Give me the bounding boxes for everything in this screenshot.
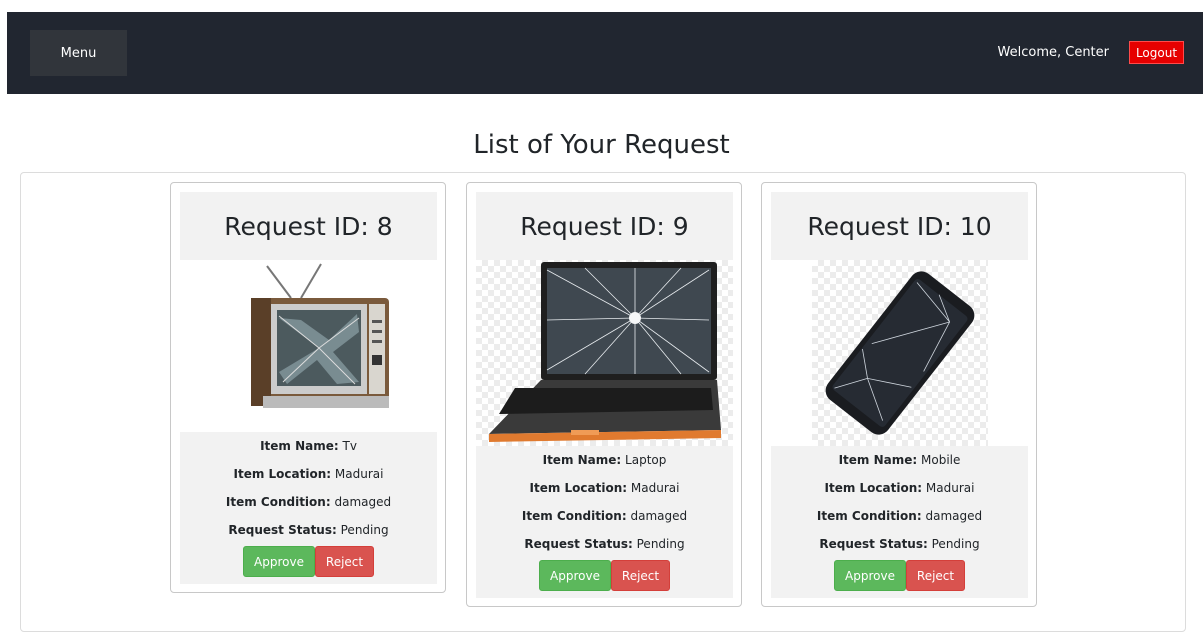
- request-card: Request ID: 9 Item Name: Laptop Item Loc…: [466, 182, 742, 607]
- item-condition-value: damaged: [925, 509, 983, 523]
- broken-tv-image: [180, 260, 437, 414]
- item-location-label: Item Location:: [824, 481, 923, 495]
- item-name-label: Item Name:: [260, 439, 339, 453]
- logout-button[interactable]: Logout: [1129, 41, 1184, 64]
- request-details: Item Name: Tv Item Location: Madurai Ite…: [180, 432, 437, 584]
- request-card: Request ID: 8 Item Name: Tv Item Locatio…: [170, 182, 446, 593]
- item-condition-line: Item Condition: damaged: [476, 502, 733, 530]
- request-details: Item Name: Mobile Item Location: Madurai…: [771, 446, 1028, 598]
- item-name-line: Item Name: Tv: [180, 432, 437, 460]
- welcome-text: Welcome, Center: [997, 45, 1109, 60]
- item-condition-label: Item Condition:: [521, 509, 627, 523]
- item-name-label: Item Name:: [542, 453, 622, 467]
- request-actions: Approve Reject: [476, 558, 733, 591]
- item-location-line: Item Location: Madurai: [771, 474, 1028, 502]
- item-condition-label: Item Condition:: [816, 509, 922, 523]
- item-location-line: Item Location: Madurai: [476, 474, 733, 502]
- item-condition-value: damaged: [334, 495, 392, 509]
- request-status-label: Request Status:: [819, 537, 928, 551]
- item-location-line: Item Location: Madurai: [180, 460, 437, 488]
- item-name-value: Tv: [342, 439, 357, 453]
- approve-button[interactable]: Approve: [539, 560, 611, 591]
- item-location-value: Madurai: [334, 467, 384, 481]
- request-status-label: Request Status:: [524, 537, 633, 551]
- item-name-value: Laptop: [625, 453, 667, 467]
- item-condition-line: Item Condition: damaged: [771, 502, 1028, 530]
- item-name-line: Item Name: Laptop: [476, 446, 733, 474]
- item-location-label: Item Location:: [529, 481, 628, 495]
- reject-button[interactable]: Reject: [315, 546, 374, 577]
- request-actions: Approve Reject: [180, 544, 437, 577]
- menu-button[interactable]: Menu: [30, 30, 127, 76]
- request-status-line: Request Status: Pending: [180, 516, 437, 544]
- request-actions: Approve Reject: [771, 558, 1028, 591]
- request-status-label: Request Status:: [228, 523, 337, 537]
- request-status-value: Pending: [636, 537, 685, 551]
- page-title: List of Your Request: [473, 130, 730, 160]
- request-status-line: Request Status: Pending: [476, 530, 733, 558]
- request-status-value: Pending: [340, 523, 389, 537]
- request-id-heading: Request ID: 10: [771, 192, 1028, 260]
- item-name-value: Mobile: [921, 453, 961, 467]
- request-id-heading: Request ID: 9: [476, 192, 733, 260]
- item-location-value: Madurai: [925, 481, 975, 495]
- item-name-line: Item Name: Mobile: [771, 446, 1028, 474]
- top-navbar: Menu Welcome, Center Logout: [7, 12, 1203, 94]
- item-location-label: Item Location:: [233, 467, 332, 481]
- item-condition-line: Item Condition: damaged: [180, 488, 437, 516]
- request-details: Item Name: Laptop Item Location: Madurai…: [476, 446, 733, 598]
- approve-button[interactable]: Approve: [834, 560, 906, 591]
- reject-button[interactable]: Reject: [611, 560, 670, 591]
- request-id-heading: Request ID: 8: [180, 192, 437, 260]
- broken-laptop-image: [476, 260, 733, 446]
- item-condition-label: Item Condition:: [225, 495, 331, 509]
- broken-mobile-image: [771, 260, 1028, 446]
- approve-button[interactable]: Approve: [243, 546, 315, 577]
- request-status-line: Request Status: Pending: [771, 530, 1028, 558]
- reject-button[interactable]: Reject: [906, 560, 965, 591]
- item-condition-value: damaged: [630, 509, 688, 523]
- item-name-label: Item Name:: [838, 453, 918, 467]
- item-location-value: Madurai: [630, 481, 680, 495]
- request-card: Request ID: 10 Item Name: Mobile Item Lo…: [761, 182, 1037, 607]
- request-status-value: Pending: [931, 537, 980, 551]
